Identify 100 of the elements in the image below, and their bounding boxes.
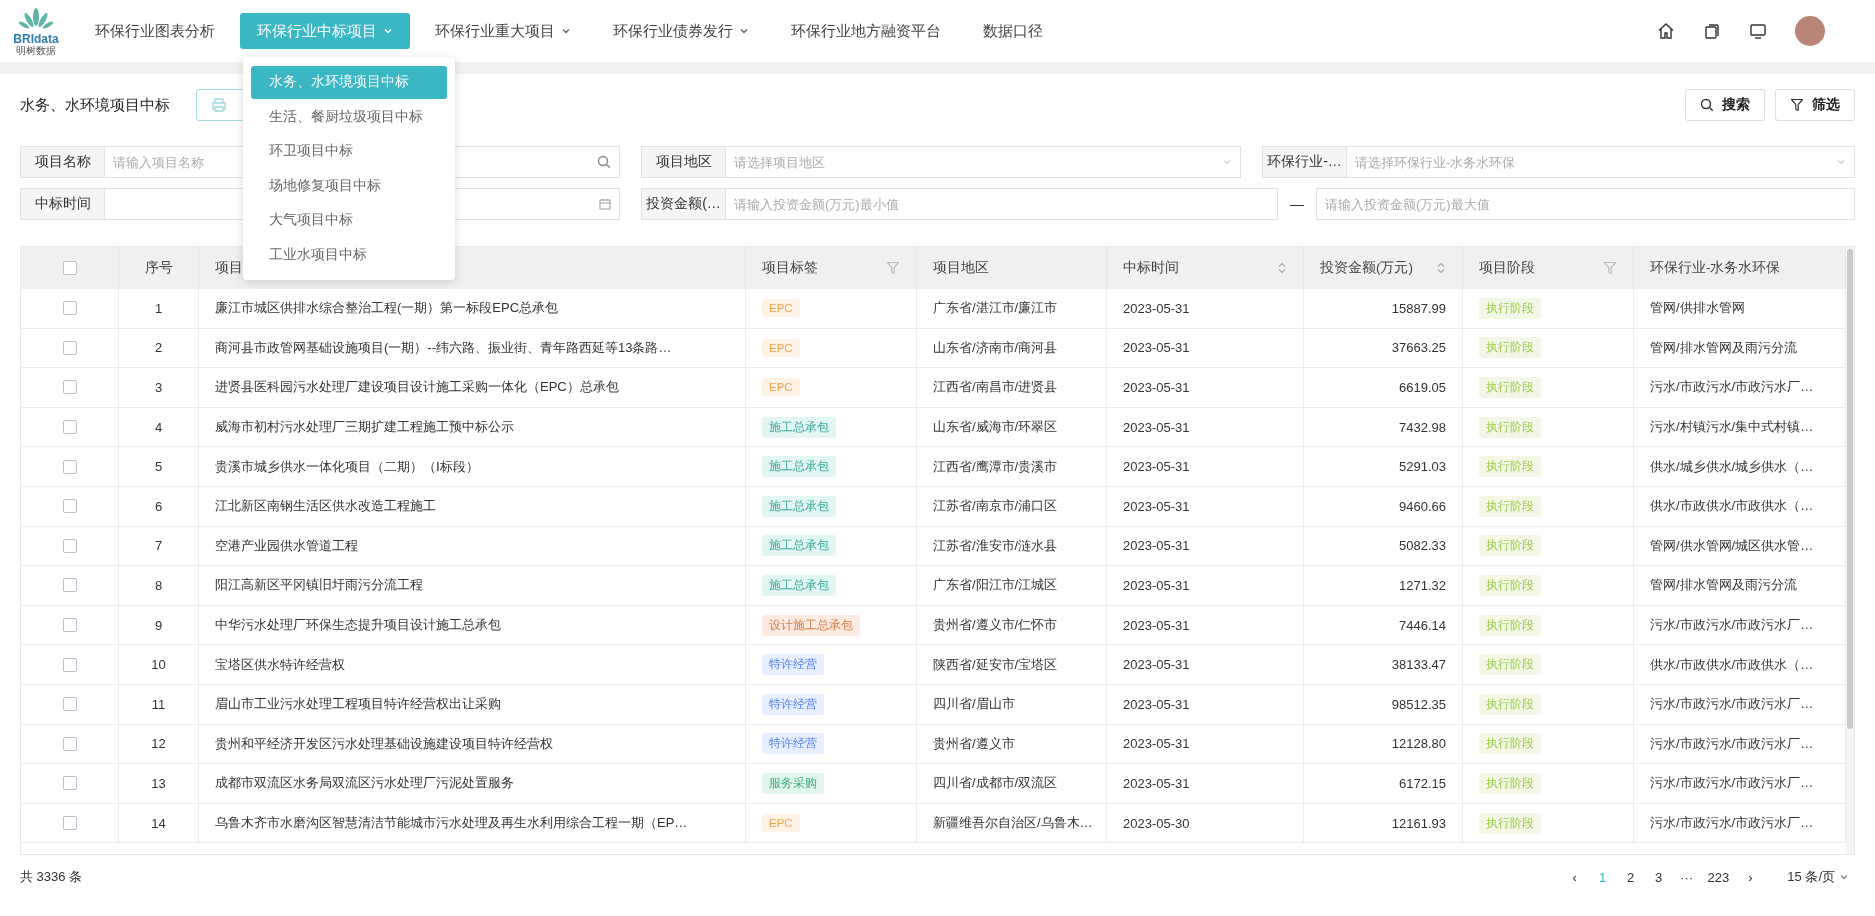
table-cell: 12161.93 — [1304, 803, 1463, 844]
stage-tag: 执行阶段 — [1479, 297, 1541, 319]
page-title: 水务、水环境项目中标 — [20, 95, 170, 115]
project-tag: 特许经营 — [762, 654, 824, 676]
stage-tag: 执行阶段 — [1479, 614, 1541, 636]
table-cell: 2023-05-31 — [1107, 566, 1304, 606]
stage-tag: 执行阶段 — [1479, 337, 1541, 359]
table-cell: 眉山市工业污水处理工程项目特许经营权出让采购 — [199, 684, 746, 725]
table-cell: 12 — [119, 724, 199, 765]
table-cell: 9460.66 — [1304, 486, 1463, 527]
table-cell: 3 — [119, 368, 199, 408]
field-label: 投资金额(… — [641, 188, 725, 220]
table-cell: 阳江高新区平冈镇旧圩雨污分流工程 — [199, 566, 746, 606]
table-cell: 商河县市政管网基础设施项目(一期）--纬六路、振业街、青年路西延等13条路… — [199, 328, 746, 369]
project-tag: EPC — [762, 299, 800, 318]
table-cell: 10 — [119, 645, 199, 685]
table-cell: 2023-05-31 — [1107, 684, 1304, 725]
stage-tag: 执行阶段 — [1479, 654, 1541, 676]
table-cell: 成都市双流区水务局双流区污水处理厂污泥处置服务 — [199, 764, 746, 804]
table-cell: 2023-05-31 — [1107, 764, 1304, 804]
project-tag: EPC — [762, 378, 800, 397]
table-cell: 5 — [119, 447, 199, 487]
table-cell: 新疆维吾尔自治区/乌鲁木… — [917, 803, 1107, 844]
project-tag: 施工总承包 — [762, 416, 836, 438]
total-count: 共 3336 条 — [20, 868, 83, 886]
table-cell: 9 — [119, 605, 199, 646]
stage-tag: 执行阶段 — [1479, 574, 1541, 596]
stage-tag: 执行阶段 — [1479, 812, 1541, 834]
table-cell: 7432.98 — [1304, 407, 1463, 448]
table-cell: 贵州和平经济开发区污水处理基础设施建设项目特许经营权 — [199, 724, 746, 765]
table-cell: 乌鲁木齐市水磨沟区智慧清洁节能城市污水处理及再生水利用综合工程一期（EP… — [199, 803, 746, 844]
table-cell: 37663.25 — [1304, 328, 1463, 369]
table-cell: 进贤县医科园污水处理厂建设项目设计施工采购一体化（EPC）总承包 — [199, 368, 746, 408]
stage-tag: 执行阶段 — [1479, 693, 1541, 715]
stage-tag: 执行阶段 — [1479, 733, 1541, 755]
field-label: 中标时间 — [20, 188, 104, 220]
table-cell: 11 — [119, 684, 199, 725]
column-header: 项目 — [215, 259, 243, 277]
column-header: 序号 — [144, 259, 173, 277]
table-cell: 2023-05-30 — [1107, 803, 1304, 844]
column-header: 中标时间 — [1123, 259, 1179, 277]
project-tag: EPC — [762, 338, 800, 357]
table-cell: 2023-05-31 — [1107, 724, 1304, 765]
table-cell: 2 — [119, 328, 199, 369]
table-cell: 1 — [119, 289, 199, 329]
column-header: 项目标签 — [762, 259, 818, 277]
table-cell: 5291.03 — [1304, 447, 1463, 487]
table-cell: 14 — [119, 803, 199, 844]
table-cell: 2023-05-31 — [1107, 645, 1304, 685]
project-tag: 施工总承包 — [762, 574, 836, 596]
table-cell: 6172.15 — [1304, 764, 1463, 804]
table-cell: 2023-05-31 — [1107, 605, 1304, 646]
table-cell: 6619.05 — [1304, 368, 1463, 408]
table-cell: 5082.33 — [1304, 526, 1463, 567]
table-cell: 2023-05-31 — [1107, 526, 1304, 567]
table-cell: 2023-05-31 — [1107, 328, 1304, 369]
table-cell: 山东省/济南市/商河县 — [917, 328, 1107, 369]
field-label: 项目地区 — [641, 146, 725, 178]
project-tag: 设计施工总承包 — [762, 614, 860, 636]
column-header: 环保行业-水务水环保 — [1650, 259, 1781, 277]
project-tag: 施工总承包 — [762, 495, 836, 517]
stage-tag: 执行阶段 — [1479, 377, 1541, 398]
table-cell: 1271.32 — [1304, 566, 1463, 606]
table-cell: 贵溪市城乡供水一体化项目（二期）（Ⅰ标段） — [199, 447, 746, 487]
table-cell: 38133.47 — [1304, 645, 1463, 685]
table-cell: 江苏省/南京市/浦口区 — [917, 486, 1107, 527]
column-header: 项目阶段 — [1479, 259, 1535, 277]
field-label: 项目名称 — [20, 146, 104, 178]
table-cell: 2023-05-31 — [1107, 407, 1304, 448]
table-cell: 四川省/眉山市 — [917, 684, 1107, 725]
column-header: 投资金额(万元) — [1320, 259, 1413, 277]
table-cell: 7446.14 — [1304, 605, 1463, 646]
stage-tag: 执行阶段 — [1479, 495, 1541, 517]
stage-tag: 执行阶段 — [1479, 772, 1541, 794]
table-cell: 陕西省/延安市/宝塔区 — [917, 645, 1107, 685]
table-cell: 15887.99 — [1304, 289, 1463, 329]
project-tag: 服务采购 — [762, 772, 824, 794]
table-cell: 7 — [119, 526, 199, 567]
table-cell: 2023-05-31 — [1107, 289, 1304, 329]
table-cell: 广东省/湛江市/廉江市 — [917, 289, 1107, 329]
table-cell: 威海市初村污水处理厂三期扩建工程施工预中标公示 — [199, 407, 746, 448]
project-tag: 特许经营 — [762, 733, 824, 755]
table-cell: 13 — [119, 764, 199, 804]
table-cell: 江苏省/淮安市/涟水县 — [917, 526, 1107, 567]
table-cell: 山东省/威海市/环翠区 — [917, 407, 1107, 448]
table-cell: 2023-05-31 — [1107, 447, 1304, 487]
table-cell: 6 — [119, 486, 199, 527]
table-cell: 宝塔区供水特许经营权 — [199, 645, 746, 685]
table-cell: 98512.35 — [1304, 684, 1463, 725]
stage-tag: 执行阶段 — [1479, 535, 1541, 557]
table-cell: 广东省/阳江市/江城区 — [917, 566, 1107, 606]
table-cell: 贵州省/遵义市 — [917, 724, 1107, 765]
table-cell: 2023-05-31 — [1107, 368, 1304, 408]
table-cell: 4 — [119, 407, 199, 448]
stage-tag: 执行阶段 — [1479, 456, 1541, 478]
column-header: 项目地区 — [933, 259, 989, 277]
logo-text: BRIdata — [13, 32, 59, 45]
project-tag: EPC — [762, 814, 800, 832]
project-tag: 施工总承包 — [762, 535, 836, 557]
table-cell: 12128.80 — [1304, 724, 1463, 765]
